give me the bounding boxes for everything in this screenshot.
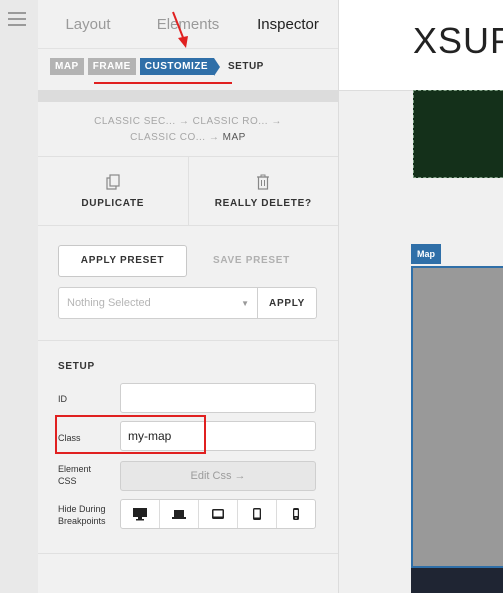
element-actions: DUPLICATE REALLY DELETE? bbox=[38, 156, 338, 226]
dark-section-block[interactable] bbox=[413, 90, 503, 178]
breadcrumb-map[interactable]: MAP bbox=[50, 58, 84, 75]
breakpoint-desktop[interactable] bbox=[121, 500, 159, 528]
left-rail bbox=[0, 0, 39, 593]
apply-preset-button[interactable]: APPLY PRESET bbox=[58, 245, 187, 277]
trash-icon bbox=[257, 174, 270, 190]
element-path: CLASSIC SEC... → CLASSIC RO... → CLASSIC… bbox=[38, 114, 338, 146]
setup-title: SETUP bbox=[58, 361, 95, 372]
duplicate-button[interactable]: DUPLICATE bbox=[38, 157, 188, 225]
element-css-label-line-1: Element bbox=[58, 464, 92, 474]
breadcrumb-setup: SETUP bbox=[228, 61, 264, 72]
hide-breakpoints-label-line-1: Hide During bbox=[58, 504, 106, 514]
breakpoint-tablet-landscape[interactable] bbox=[198, 500, 237, 528]
element-path-current: MAP bbox=[222, 132, 246, 143]
page-canvas: XSUP Map bbox=[339, 0, 503, 593]
divider-bar bbox=[38, 90, 338, 102]
inspector-panel: Layout Elements Inspector MAP FRAME CUST… bbox=[38, 0, 339, 593]
preset-select[interactable]: Nothing Selected ▼ bbox=[58, 287, 257, 319]
presets-section: APPLY PRESET SAVE PRESET Nothing Selecte… bbox=[58, 245, 317, 319]
setup-section: SETUP ID Class my-map Element CSS Edit C… bbox=[38, 340, 338, 554]
tablet-landscape-icon bbox=[212, 509, 224, 519]
laptop-icon bbox=[172, 510, 186, 519]
element-css-label: Element CSS bbox=[58, 463, 91, 487]
annotation-arrow-icon bbox=[172, 11, 188, 48]
delete-button[interactable]: REALLY DELETE? bbox=[187, 157, 339, 225]
breadcrumb-customize[interactable]: CUSTOMIZE bbox=[139, 58, 221, 76]
breakpoint-laptop[interactable] bbox=[159, 500, 198, 528]
breadcrumb: MAP FRAME CUSTOMIZE SETUP bbox=[50, 58, 264, 76]
annotation-underline bbox=[94, 82, 232, 84]
element-path-line-1: CLASSIC SEC... → CLASSIC RO... → bbox=[94, 116, 282, 127]
duplicate-label: DUPLICATE bbox=[81, 197, 145, 209]
map-element-tag[interactable]: Map bbox=[411, 244, 441, 264]
element-path-line-2: CLASSIC CO... → bbox=[130, 132, 223, 143]
element-css-label-line-2: CSS bbox=[58, 476, 77, 486]
preset-select-value: Nothing Selected bbox=[67, 297, 151, 309]
save-preset-button[interactable]: SAVE PRESET bbox=[191, 255, 311, 266]
edit-css-button[interactable]: Edit Css → bbox=[120, 461, 316, 491]
breadcrumb-frame[interactable]: FRAME bbox=[87, 58, 136, 75]
hide-breakpoints-label: Hide During Breakpoints bbox=[58, 503, 106, 527]
canvas-header: XSUP bbox=[339, 0, 503, 91]
apply-button[interactable]: APPLY bbox=[257, 287, 317, 319]
tab-layout[interactable]: Layout bbox=[38, 0, 138, 48]
tab-inspector[interactable]: Inspector bbox=[238, 0, 338, 48]
delete-label: REALLY DELETE? bbox=[214, 197, 312, 209]
footer-block bbox=[411, 568, 503, 593]
id-label: ID bbox=[58, 394, 67, 404]
hide-breakpoints-label-line-2: Breakpoints bbox=[58, 516, 106, 526]
id-field[interactable] bbox=[120, 383, 316, 413]
hamburger-menu-icon[interactable] bbox=[8, 12, 26, 30]
desktop-icon bbox=[133, 508, 147, 521]
annotation-box bbox=[55, 415, 206, 454]
duplicate-icon bbox=[106, 173, 120, 190]
map-element[interactable] bbox=[411, 266, 503, 568]
tablet-portrait-icon bbox=[253, 508, 261, 520]
phone-icon bbox=[293, 508, 299, 520]
site-title: XSUP bbox=[413, 20, 503, 61]
breakpoint-tablet-portrait[interactable] bbox=[237, 500, 276, 528]
chevron-down-icon: ▼ bbox=[241, 298, 249, 308]
breakpoint-toggles bbox=[120, 499, 316, 529]
breakpoint-phone[interactable] bbox=[276, 500, 315, 528]
